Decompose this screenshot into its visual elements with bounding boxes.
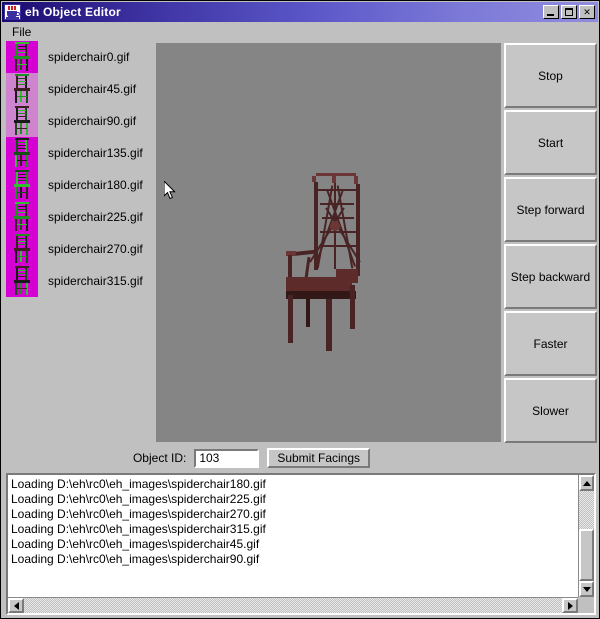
chevron-up-icon <box>582 480 591 486</box>
thumbnail-sprite <box>14 106 30 136</box>
maximize-button[interactable] <box>561 5 577 19</box>
thumbnail-sprite <box>14 170 30 200</box>
java-coffee-cup-icon <box>4 4 21 20</box>
thumbnail-sprite <box>14 266 30 296</box>
log-line: Loading D:\eh\rc0\eh_images\spiderchair3… <box>11 522 266 536</box>
close-icon: ✕ <box>583 6 591 17</box>
menu-bar: File <box>2 22 598 41</box>
chevron-right-icon <box>567 601 573 610</box>
window-controls: ✕ <box>543 5 595 19</box>
mouse-cursor-icon <box>164 181 176 200</box>
file-thumbnail[interactable] <box>6 73 38 105</box>
file-name-label: spiderchair90.gif <box>48 114 137 128</box>
submit-facings-button[interactable]: Submit Facings <box>267 448 371 468</box>
log-line: Loading D:\eh\rc0\eh_images\spiderchair4… <box>11 537 260 551</box>
scroll-up-button[interactable] <box>579 475 594 491</box>
menu-item-file[interactable]: File <box>5 24 38 40</box>
list-item[interactable]: spiderchair135.gif <box>2 137 156 169</box>
close-button[interactable]: ✕ <box>579 5 595 19</box>
control-button-faster[interactable]: Faster <box>504 311 597 376</box>
file-name-label: spiderchair45.gif <box>48 82 137 96</box>
control-button-stop[interactable]: Stop <box>504 43 597 108</box>
file-name-label: spiderchair0.gif <box>48 50 130 64</box>
file-thumbnail[interactable] <box>6 137 38 169</box>
thumbnail-sprite <box>14 202 30 232</box>
file-thumbnail[interactable] <box>6 265 38 297</box>
log-line: Loading D:\eh\rc0\eh_images\spiderchair2… <box>11 507 266 521</box>
control-button-step-backward[interactable]: Step backward <box>504 244 597 309</box>
log-line: Loading D:\eh\rc0\eh_images\spiderchair2… <box>11 492 266 506</box>
object-id-label: Object ID: <box>132 451 187 465</box>
chevron-left-icon <box>13 601 19 610</box>
scroll-right-button[interactable] <box>562 598 578 613</box>
file-name-label: spiderchair135.gif <box>48 146 143 160</box>
list-item[interactable]: spiderchair225.gif <box>2 201 156 233</box>
list-item[interactable]: spiderchair180.gif <box>2 169 156 201</box>
thumbnail-sprite <box>14 234 30 264</box>
list-item[interactable]: spiderchair315.gif <box>2 265 156 297</box>
preview-canvas[interactable] <box>156 43 501 442</box>
log-horizontal-scrollbar[interactable] <box>8 597 578 613</box>
log-text-area[interactable]: Loading D:\eh\rc0\eh_images\spiderchair1… <box>8 475 578 597</box>
file-name-label: spiderchair270.gif <box>48 242 143 256</box>
application-window: eh Object Editor ✕ File spiderchair0.gif… <box>0 0 600 619</box>
log-line: Loading D:\eh\rc0\eh_images\spiderchair1… <box>11 477 266 491</box>
control-button-slower[interactable]: Slower <box>504 378 597 443</box>
object-id-row: Object ID: 103 Submit Facings <box>2 445 501 471</box>
file-name-label: spiderchair180.gif <box>48 178 143 192</box>
log-vertical-scrollbar[interactable] <box>578 475 594 597</box>
file-thumbnail[interactable] <box>6 169 38 201</box>
list-item[interactable]: spiderchair270.gif <box>2 233 156 265</box>
vscroll-thumb[interactable] <box>579 529 594 581</box>
file-thumbnail[interactable] <box>6 41 38 73</box>
object-id-input[interactable]: 103 <box>194 448 260 468</box>
minimize-button[interactable] <box>543 5 559 19</box>
window-title: eh Object Editor <box>25 5 121 19</box>
title-bar[interactable]: eh Object Editor ✕ <box>2 2 598 22</box>
log-line: Loading D:\eh\rc0\eh_images\spiderchair9… <box>11 552 260 566</box>
thumbnail-sprite <box>14 138 30 168</box>
file-name-label: spiderchair315.gif <box>48 274 143 288</box>
hscroll-track[interactable] <box>8 598 578 613</box>
scroll-left-button[interactable] <box>8 598 24 613</box>
file-thumbnail[interactable] <box>6 233 38 265</box>
thumbnail-sprite <box>14 74 30 104</box>
list-item[interactable]: spiderchair0.gif <box>2 41 156 73</box>
file-name-label: spiderchair225.gif <box>48 210 143 224</box>
chair-render <box>276 173 386 353</box>
file-thumbnail[interactable] <box>6 105 38 137</box>
scrollbar-corner <box>578 597 594 613</box>
control-button-start[interactable]: Start <box>504 110 597 175</box>
playback-controls: Stop Start Step forward Step backward Faster… <box>502 41 599 445</box>
chevron-down-icon <box>582 586 591 592</box>
list-item[interactable]: spiderchair45.gif <box>2 73 156 105</box>
log-panel: Loading D:\eh\rc0\eh_images\spiderchair1… <box>6 473 596 615</box>
file-thumbnail[interactable] <box>6 201 38 233</box>
scroll-down-button[interactable] <box>579 581 594 597</box>
list-item[interactable]: spiderchair90.gif <box>2 105 156 137</box>
image-file-list[interactable]: spiderchair0.gif spiderchair45.gif spiderc… <box>2 41 156 445</box>
control-button-step-forward[interactable]: Step forward <box>504 177 597 242</box>
thumbnail-sprite <box>14 42 30 72</box>
